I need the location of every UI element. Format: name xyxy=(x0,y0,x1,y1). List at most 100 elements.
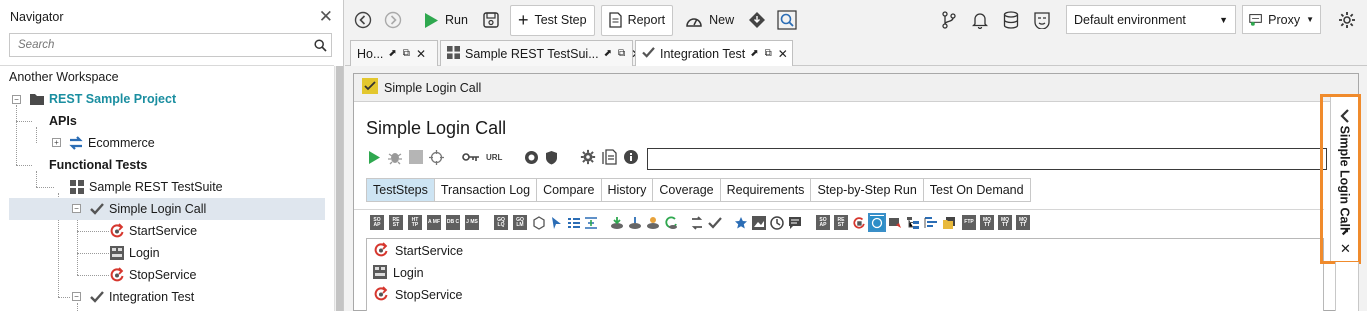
tree-item-project[interactable]: REST Sample Project xyxy=(29,88,176,110)
list-item[interactable]: Login xyxy=(373,263,424,283)
float-icon[interactable]: ⧉ xyxy=(618,48,626,59)
mock-service-icon[interactable] xyxy=(1027,5,1057,35)
search-icon[interactable] xyxy=(309,38,331,52)
proxy-button[interactable]: Proxy ▼ xyxy=(1242,5,1321,34)
database-icon[interactable] xyxy=(996,5,1026,35)
image-icon[interactable] xyxy=(752,215,766,230)
rest-mock-icon[interactable]: RE ST xyxy=(834,215,848,230)
tree-item-step[interactable]: StopService xyxy=(109,264,196,286)
star-icon[interactable] xyxy=(734,215,748,230)
ftp-step-icon[interactable]: FTP xyxy=(962,215,976,230)
tab-home[interactable]: Ho... ⬈ ⧉ ✕ xyxy=(350,40,438,66)
branch-icon[interactable] xyxy=(934,5,964,35)
send-icon[interactable] xyxy=(888,215,902,230)
navigator-scrollbar[interactable] xyxy=(334,66,343,311)
clock-icon[interactable] xyxy=(770,215,784,230)
collapse-toggle[interactable]: − xyxy=(72,204,81,213)
graphql-step-icon[interactable]: GQ LQ xyxy=(494,215,508,230)
gear-icon[interactable] xyxy=(1332,5,1362,35)
tree-item-integration-test[interactable]: Integration Test xyxy=(89,286,194,308)
transfer-icon[interactable] xyxy=(690,215,704,230)
tree-item-test-suite[interactable]: Sample REST TestSuite xyxy=(69,176,223,198)
pin-icon[interactable]: ⬈ xyxy=(750,48,759,59)
graphql-mutation-step-icon[interactable]: GQ LM xyxy=(513,215,527,230)
mqtt-drop-icon[interactable]: MQ TT xyxy=(1016,215,1030,230)
new-button[interactable]: New xyxy=(677,5,742,36)
mqtt-publish-icon[interactable]: MQ TT xyxy=(980,215,994,230)
crosshair-icon[interactable] xyxy=(429,149,444,165)
pin-icon[interactable]: ⬈ xyxy=(388,48,397,59)
pin-icon[interactable]: ⬈ xyxy=(604,48,613,59)
expand-toggle[interactable]: + xyxy=(52,138,61,147)
globe-icon[interactable] xyxy=(868,213,886,232)
bug-icon[interactable] xyxy=(387,149,403,165)
add-test-step-button[interactable]: + Test Step xyxy=(509,4,595,36)
info-icon[interactable] xyxy=(624,150,639,164)
forward-icon[interactable] xyxy=(378,5,408,35)
cursor-icon[interactable] xyxy=(550,215,564,230)
shield-icon[interactable] xyxy=(545,150,558,165)
save-icon[interactable] xyxy=(476,5,506,35)
list-item[interactable]: StopService xyxy=(373,285,462,305)
bell-icon[interactable] xyxy=(965,5,995,35)
rest-step-icon[interactable]: RE ST xyxy=(389,215,403,230)
structure-icon[interactable] xyxy=(924,215,938,230)
gauge-icon[interactable] xyxy=(524,150,539,165)
tree-item-step[interactable]: StartService xyxy=(109,220,197,242)
amf-step-icon[interactable]: A MF xyxy=(427,215,441,230)
stop-icon[interactable] xyxy=(409,150,423,164)
tab-integration-test[interactable]: Integration Test ⬈ ⧉ ✕ xyxy=(635,40,793,66)
sort-icon[interactable] xyxy=(584,215,598,230)
tab-compare[interactable]: Compare xyxy=(537,179,602,201)
hexagon-icon[interactable] xyxy=(532,215,546,230)
tree-item-functional-tests[interactable]: Functional Tests xyxy=(49,154,147,176)
tab-teststeps[interactable]: TestSteps xyxy=(367,179,435,201)
refresh-service-icon[interactable] xyxy=(852,215,866,230)
float-icon[interactable]: ⧉ xyxy=(765,48,773,59)
tab-requirements[interactable]: Requirements xyxy=(720,179,812,201)
back-icon[interactable] xyxy=(348,5,378,35)
mqtt-receive-icon[interactable]: MQ TT xyxy=(998,215,1012,230)
db-plus-icon[interactable] xyxy=(646,215,660,230)
tree-item-step[interactable]: Login xyxy=(109,242,160,264)
tab-transaction-log[interactable]: Transaction Log xyxy=(434,179,538,201)
workspace-label[interactable]: Another Workspace xyxy=(9,66,119,88)
description-input[interactable] xyxy=(647,148,1327,170)
url-icon[interactable]: URL xyxy=(486,153,502,162)
tab-test-on-demand[interactable]: Test On Demand xyxy=(923,179,1030,201)
search-endpoint-icon[interactable] xyxy=(772,5,802,35)
close-icon[interactable]: ✕ xyxy=(416,47,427,61)
dbc-step-icon[interactable]: DB C xyxy=(446,215,460,230)
scrollbar-thumb[interactable] xyxy=(336,66,343,311)
folder-icon[interactable] xyxy=(942,215,956,230)
download-db-icon[interactable] xyxy=(610,215,624,230)
tab-test-suite[interactable]: Sample REST TestSui... ⬈ ⧉ ✕ xyxy=(440,40,641,66)
checkmark-icon[interactable] xyxy=(708,215,722,230)
close-icon[interactable]: ✕ xyxy=(319,7,333,27)
float-icon[interactable]: ⧉ xyxy=(403,48,411,59)
soap-step-icon[interactable]: SO AP xyxy=(370,215,384,230)
report-button[interactable]: Report xyxy=(600,4,674,36)
http-step-icon[interactable]: HT TP xyxy=(408,215,422,230)
navigator-search[interactable] xyxy=(9,33,332,57)
tab-history[interactable]: History xyxy=(601,179,654,201)
tree-item-ecommerce[interactable]: Ecommerce xyxy=(68,132,155,154)
environment-select[interactable]: Default environment ▼ xyxy=(1066,5,1236,34)
run-button[interactable]: Run xyxy=(416,5,476,36)
tree-item-case[interactable]: Simple Login Call xyxy=(89,198,206,220)
comment-icon[interactable] xyxy=(788,215,802,230)
tab-step-by-step-run[interactable]: Step-by-Step Run xyxy=(811,179,924,201)
gear-icon[interactable] xyxy=(580,149,596,165)
list-icon[interactable] xyxy=(567,215,581,230)
tab-coverage[interactable]: Coverage xyxy=(653,179,721,201)
collapse-toggle[interactable]: − xyxy=(72,292,81,301)
diamond-icon[interactable] xyxy=(742,5,772,35)
close-icon[interactable]: ✕ xyxy=(778,47,789,61)
play-icon[interactable] xyxy=(368,150,381,165)
document-list-icon[interactable] xyxy=(602,149,618,165)
hierarchy-icon[interactable] xyxy=(906,215,920,230)
key-icon[interactable] xyxy=(462,151,480,163)
import-db-icon[interactable] xyxy=(628,215,642,230)
list-item[interactable]: StartService xyxy=(373,241,463,261)
refresh-db-icon[interactable] xyxy=(664,215,678,230)
